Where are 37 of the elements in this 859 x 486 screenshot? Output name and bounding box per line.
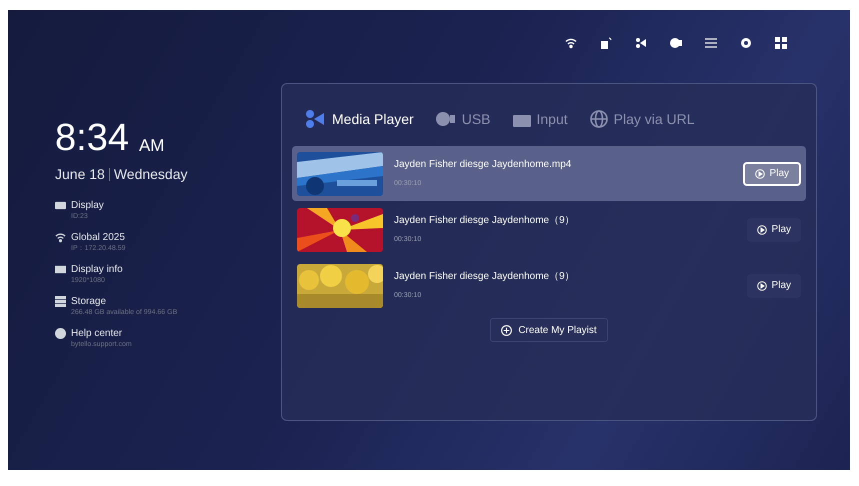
info-title: Storage <box>71 295 106 308</box>
play-icon <box>756 280 767 290</box>
tab[interactable]: USB <box>436 108 490 130</box>
date-label: June 18 <box>55 165 105 184</box>
file-name: Jayden Fisher diesge Jaydenhome（9） <box>394 271 576 283</box>
info-title: Display <box>71 199 104 212</box>
play-button[interactable]: Play <box>746 218 801 242</box>
file-name: Jayden Fisher diesge Jaydenhome.mp4 <box>394 159 572 171</box>
info-title: Global 2025 <box>71 231 125 244</box>
play-button[interactable]: Play <box>742 162 801 186</box>
create-playlist-button[interactable]: Create My Playist <box>490 318 608 342</box>
usb-icon[interactable] <box>670 37 682 49</box>
clock-time: 8:34 <box>55 118 129 158</box>
wifi-icon <box>55 232 66 243</box>
wifi-icon[interactable] <box>565 37 577 49</box>
tab[interactable]: Media Player <box>306 108 414 130</box>
play-icon <box>756 224 767 234</box>
settings-icon[interactable] <box>740 37 752 49</box>
file-name: Jayden Fisher diesge Jaydenhome（9） <box>394 215 576 227</box>
info-title: Help center <box>71 327 122 340</box>
media-icon <box>306 110 326 128</box>
tab[interactable]: Input <box>512 108 568 130</box>
tab[interactable]: Play via URL <box>590 108 695 130</box>
clock-meridiem: AM <box>138 136 164 156</box>
image-icon <box>55 264 66 275</box>
storage-icon <box>55 296 66 307</box>
play-button[interactable]: Play <box>746 274 801 298</box>
weekday-label: Wednesday <box>114 165 188 184</box>
plus-icon <box>501 324 512 336</box>
play-icon <box>754 168 765 178</box>
apps-icon[interactable] <box>775 37 787 49</box>
monitor-icon <box>55 200 66 211</box>
usb-icon <box>436 112 456 126</box>
cast-icon[interactable] <box>600 37 612 49</box>
globe-icon <box>590 110 608 128</box>
info-title: Display info <box>71 263 123 276</box>
share-icon[interactable] <box>635 37 647 49</box>
